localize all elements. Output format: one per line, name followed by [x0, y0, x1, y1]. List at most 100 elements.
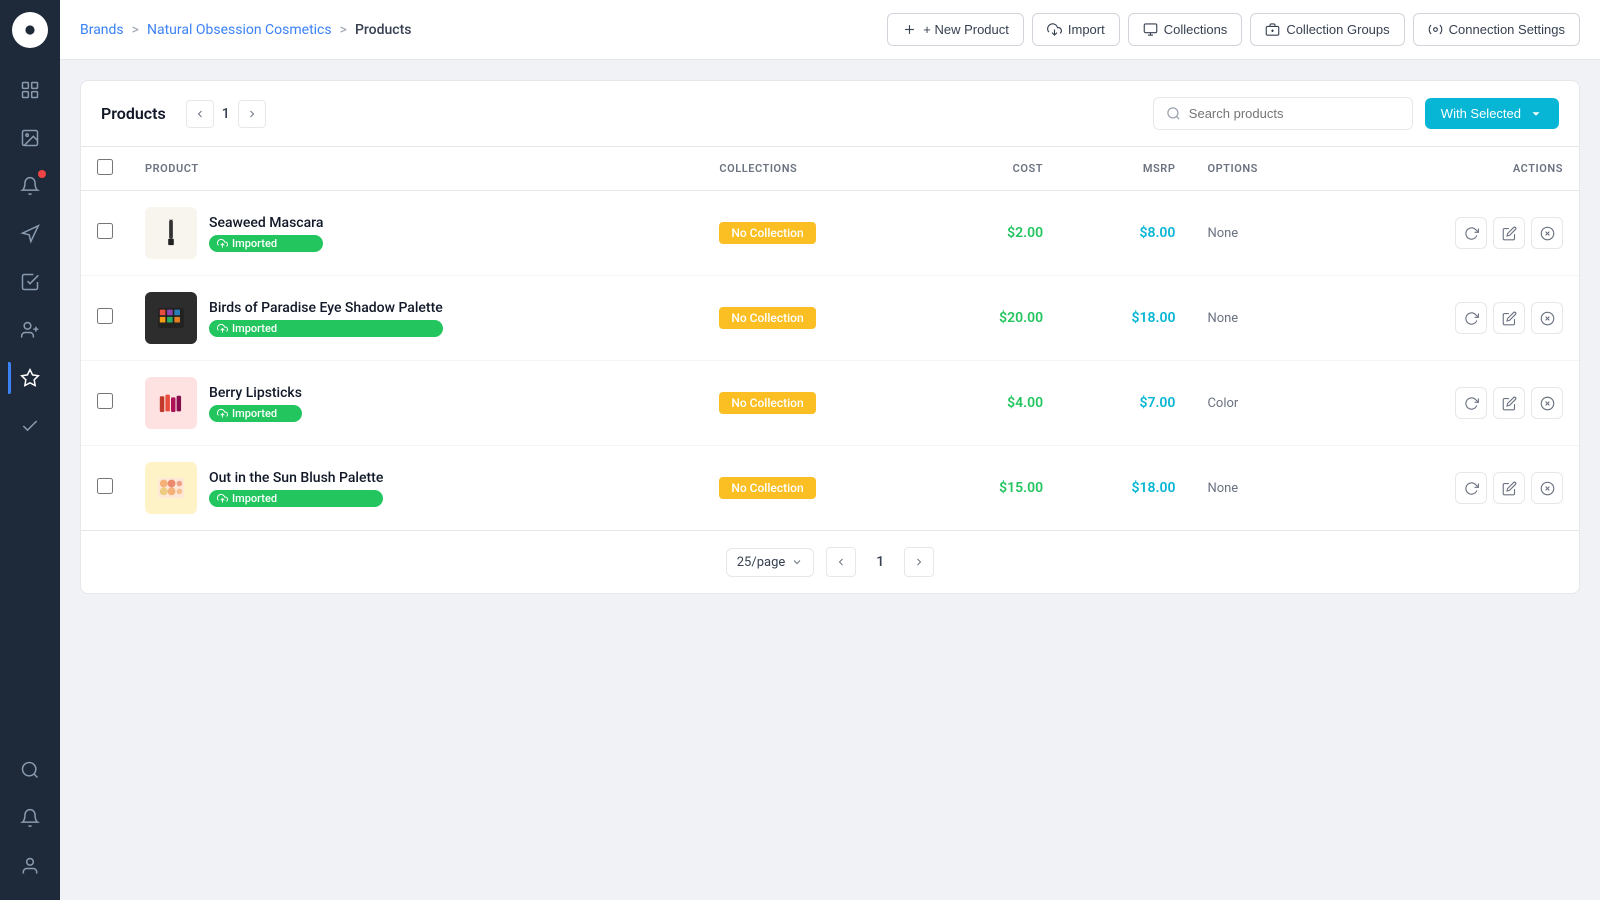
footer-prev-button[interactable]: [826, 547, 856, 577]
sidebar-item-images[interactable]: [8, 116, 52, 160]
product-name-4: Out in the Sun Blush Palette: [209, 470, 383, 486]
products-header: Products 1 With Selected: [81, 81, 1579, 147]
sidebar-item-alerts[interactable]: [8, 796, 52, 840]
product-cell-2: Birds of Paradise Eye Shadow Palette Imp…: [145, 292, 687, 344]
edit-button-1[interactable]: [1493, 217, 1525, 249]
product-image-4: [145, 462, 197, 514]
collections-button[interactable]: Collections: [1128, 13, 1243, 46]
search-icon: [1166, 106, 1181, 121]
action-btns-4: [1351, 472, 1563, 504]
sidebar-bottom: [8, 748, 52, 888]
refresh-icon: [1464, 226, 1479, 241]
per-page-selector[interactable]: 25/page: [726, 548, 815, 577]
connection-settings-button[interactable]: Connection Settings: [1413, 13, 1580, 46]
select-all-checkbox[interactable]: [97, 159, 113, 175]
product-cell-4: Out in the Sun Blush Palette Imported: [145, 462, 687, 514]
products-title: Products: [101, 104, 166, 123]
product-cell-1: Seaweed Mascara Imported: [145, 207, 687, 259]
col-actions: ACTIONS: [1335, 147, 1579, 191]
delete-button-4[interactable]: [1531, 472, 1563, 504]
edit-icon: [1502, 311, 1517, 326]
cost-value-4: $15.00: [999, 480, 1043, 496]
collection-groups-button[interactable]: Collection Groups: [1250, 13, 1404, 46]
next-page-button[interactable]: [238, 100, 266, 128]
cloud-upload-icon: [217, 238, 228, 249]
prev-page-button[interactable]: [186, 100, 214, 128]
row-checkbox-2[interactable]: [97, 308, 113, 324]
delete-button-3[interactable]: [1531, 387, 1563, 419]
table-row: Birds of Paradise Eye Shadow Palette Imp…: [81, 276, 1579, 361]
import-button[interactable]: Import: [1032, 13, 1120, 46]
search-input[interactable]: [1189, 106, 1400, 121]
current-page: 1: [222, 106, 230, 122]
product-info-3: Berry Lipsticks Imported: [209, 385, 302, 422]
imported-badge-2: Imported: [209, 320, 443, 337]
imported-badge-3: Imported: [209, 405, 302, 422]
collections-icon: [1143, 22, 1158, 37]
refresh-button-3[interactable]: [1455, 387, 1487, 419]
sidebar-item-tasks[interactable]: [8, 404, 52, 448]
product-name-2: Birds of Paradise Eye Shadow Palette: [209, 300, 443, 316]
sidebar-item-notifications[interactable]: [8, 164, 52, 208]
edit-button-3[interactable]: [1493, 387, 1525, 419]
table-row: Seaweed Mascara Imported No Collection $…: [81, 191, 1579, 276]
msrp-value-4: $18.00: [1131, 480, 1175, 496]
collection-cell-3: No Collection: [703, 361, 926, 446]
with-selected-button[interactable]: With Selected: [1425, 98, 1559, 129]
footer-next-button[interactable]: [904, 547, 934, 577]
dropdown-icon: [1529, 107, 1543, 121]
product-info-4: Out in the Sun Blush Palette Imported: [209, 470, 383, 507]
refresh-button-2[interactable]: [1455, 302, 1487, 334]
content-area: Products 1 With Selected: [60, 60, 1600, 900]
delete-button-2[interactable]: [1531, 302, 1563, 334]
close-circle-icon: [1540, 481, 1555, 496]
row-checkbox-4[interactable]: [97, 478, 113, 494]
app-logo[interactable]: [12, 12, 48, 48]
collection-cell-4: No Collection: [703, 446, 926, 531]
refresh-icon: [1464, 311, 1479, 326]
edit-icon: [1502, 481, 1517, 496]
table-body: Seaweed Mascara Imported No Collection $…: [81, 191, 1579, 531]
sidebar-item-search[interactable]: [8, 748, 52, 792]
sidebar-item-favorites[interactable]: [8, 356, 52, 400]
sidebar-item-profile[interactable]: [8, 844, 52, 888]
col-options: OPTIONS: [1191, 147, 1335, 191]
products-table: PRODUCT COLLECTIONS COST MSRP OPTIONS AC…: [81, 147, 1579, 530]
sidebar-item-dashboard[interactable]: [8, 68, 52, 112]
no-collection-badge-2: No Collection: [719, 307, 815, 329]
sidebar-item-campaigns[interactable]: [8, 212, 52, 256]
import-icon: [1047, 22, 1062, 37]
edit-button-4[interactable]: [1493, 472, 1525, 504]
col-product: PRODUCT: [129, 147, 703, 191]
breadcrumb-brand-name[interactable]: Natural Obsession Cosmetics: [147, 22, 332, 38]
close-circle-icon: [1540, 226, 1555, 241]
sidebar-item-users[interactable]: [8, 308, 52, 352]
close-circle-icon: [1540, 311, 1555, 326]
product-name-3: Berry Lipsticks: [209, 385, 302, 401]
notification-badge: [38, 170, 46, 178]
table-footer: 25/page 1: [81, 530, 1579, 593]
options-value-3: Color: [1207, 396, 1238, 411]
msrp-value-2: $18.00: [1131, 310, 1175, 326]
refresh-icon: [1464, 396, 1479, 411]
breadcrumb: Brands > Natural Obsession Cosmetics > P…: [80, 22, 875, 38]
cloud-upload-icon: [217, 493, 228, 504]
edit-button-2[interactable]: [1493, 302, 1525, 334]
breadcrumb-current: Products: [355, 22, 412, 38]
delete-button-1[interactable]: [1531, 217, 1563, 249]
cost-value-1: $2.00: [1007, 225, 1043, 241]
action-btns-2: [1351, 302, 1563, 334]
new-product-button[interactable]: + New Product: [887, 13, 1024, 46]
breadcrumb-brands[interactable]: Brands: [80, 22, 124, 38]
row-checkbox-3[interactable]: [97, 393, 113, 409]
cloud-upload-icon: [217, 323, 228, 334]
refresh-button-4[interactable]: [1455, 472, 1487, 504]
cost-value-3: $4.00: [1007, 395, 1043, 411]
top-pagination: 1: [186, 100, 266, 128]
row-checkbox-1[interactable]: [97, 223, 113, 239]
refresh-button-1[interactable]: [1455, 217, 1487, 249]
product-info-2: Birds of Paradise Eye Shadow Palette Imp…: [209, 300, 443, 337]
search-box[interactable]: [1153, 97, 1413, 130]
sidebar-item-orders[interactable]: [8, 260, 52, 304]
plus-icon: [902, 22, 917, 37]
